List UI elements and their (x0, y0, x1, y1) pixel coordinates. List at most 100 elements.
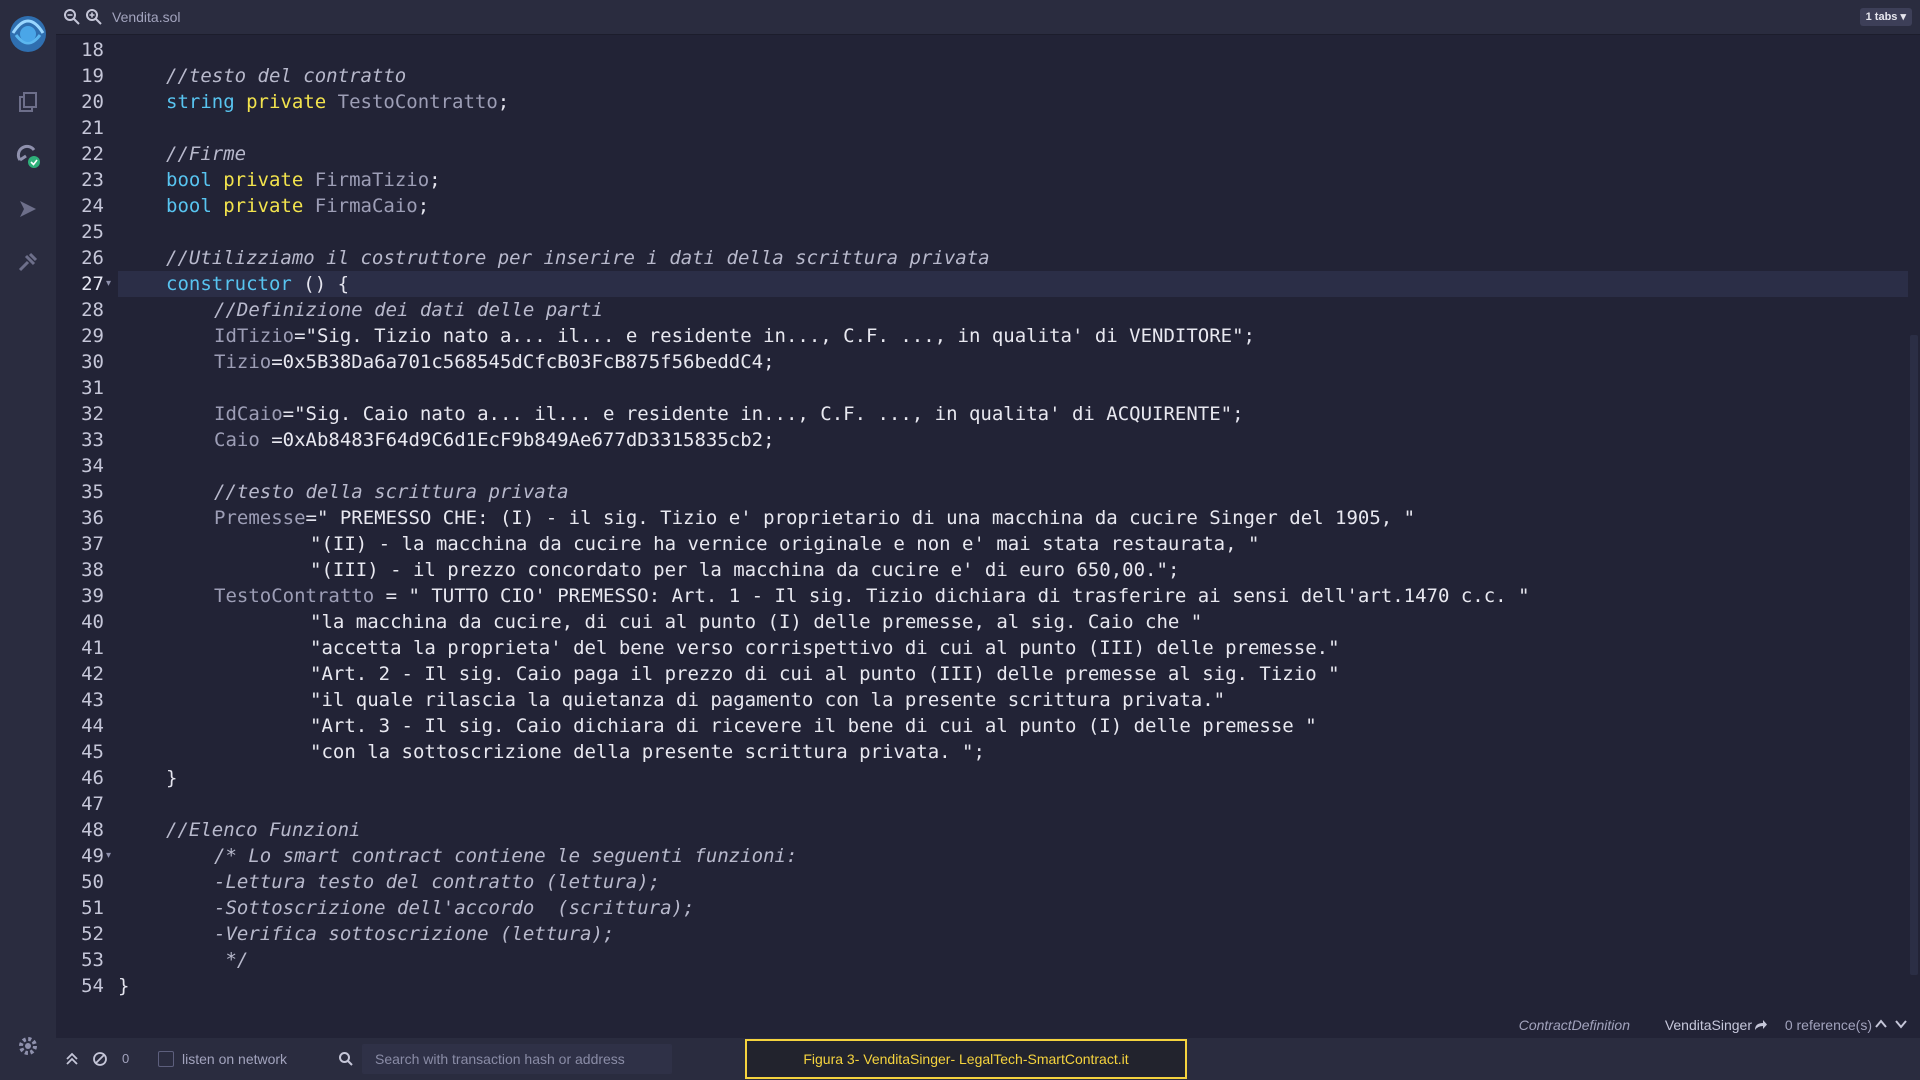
code-token: -Lettura testo del contratto (lettura); (214, 871, 661, 893)
icon-rail (0, 0, 56, 1080)
code-line[interactable]: Premesse=" PREMESSO CHE: (I) - il sig. T… (214, 505, 1415, 531)
code-line[interactable]: Tizio=0x5B38Da6a701c568545dCfcB03FcB875f… (214, 349, 775, 375)
plugin-manager-icon[interactable] (14, 248, 42, 276)
remix-logo-icon[interactable] (5, 11, 51, 57)
transaction-search-input[interactable] (362, 1044, 672, 1074)
goto-definition-icon[interactable] (1752, 1017, 1768, 1033)
code-token: FirmaCaio (314, 195, 418, 217)
code-token: bool (166, 169, 212, 191)
line-number: 43 (81, 689, 104, 711)
editor-tab-bar: Vendita.sol 1 tabs ▾ (56, 0, 1920, 35)
code-line[interactable]: "Art. 3 - Il sig. Caio dichiara di ricev… (310, 713, 1317, 739)
code-line[interactable]: "il quale rilascia la quietanza di pagam… (310, 687, 1225, 713)
settings-gear-icon[interactable] (14, 1032, 42, 1060)
line-number: 32 (81, 403, 104, 425)
code-token: //Definizione dei dati delle parti (214, 299, 603, 321)
deploy-run-icon[interactable] (14, 195, 42, 223)
code-line[interactable]: constructor () { (166, 271, 349, 297)
code-token: "Art. 3 - Il sig. Caio dichiara di ricev… (310, 715, 1317, 737)
code-line[interactable]: Caio =0xAb8483F64d9C6d1EcF9b849Ae677dD33… (214, 427, 775, 453)
code-line[interactable]: "accetta la proprieta' del bene verso co… (310, 635, 1340, 661)
code-line[interactable]: bool private FirmaCaio; (166, 193, 429, 219)
code-token: "accetta la proprieta' del bene verso co… (310, 637, 1340, 659)
line-number: 38 (81, 559, 104, 581)
editor-scrollbar-thumb[interactable] (1910, 335, 1918, 975)
code-line[interactable]: -Lettura testo del contratto (lettura); (214, 869, 660, 895)
listen-on-network-checkbox[interactable] (158, 1051, 174, 1067)
code-token: /* Lo smart contract contiene le seguent… (214, 845, 798, 867)
code-line[interactable]: string private TestoContratto; (166, 89, 509, 115)
fold-toggle-icon[interactable]: ▾ (106, 843, 111, 869)
editor-status-row: ContractDefinition VenditaSinger 0 refer… (56, 1013, 1920, 1038)
code-token: private (246, 91, 327, 113)
code-line[interactable]: TestoContratto = " TUTTO CIO' PREMESSO: … (214, 583, 1530, 609)
code-line[interactable]: -Sottoscrizione dell'accordo (scrittura)… (214, 895, 694, 921)
line-number: 25 (81, 221, 104, 243)
code-token: Tizio (214, 351, 272, 373)
line-number: 46 (81, 767, 104, 789)
code-token: //Elenco Funzioni (166, 819, 361, 841)
code-line[interactable]: "(III) - il prezzo concordato per la mac… (310, 557, 1179, 583)
code-token: = (305, 507, 317, 529)
code-line[interactable]: } (166, 765, 177, 791)
code-token: "Art. 2 - Il sig. Caio paga il prezzo di… (310, 663, 1340, 685)
code-token: "la macchina da cucire, di cui al punto … (310, 611, 1203, 633)
code-token: "(II) - la macchina da cucire ha vernice… (310, 533, 1260, 555)
code-token: "(III) - il prezzo concordato per la mac… (310, 559, 1168, 581)
references-count: 0 reference(s) (1784, 1017, 1872, 1033)
tabs-dropdown[interactable]: 1 tabs ▾ (1859, 8, 1912, 26)
line-number-gutter: 18 19 20 21 22 23 24 25 26 27 ▾ 28 29 30 31 32 33 34 35 36 3… (56, 35, 118, 1013)
tab-vendita-sol[interactable]: Vendita.sol (112, 9, 181, 25)
line-number: 54 (81, 975, 104, 997)
code-line[interactable]: "(II) - la macchina da cucire ha vernice… (310, 531, 1259, 557)
solidity-compiler-icon[interactable] (14, 142, 42, 170)
code-line[interactable]: */ (214, 947, 248, 973)
code-line[interactable]: -Verifica sottoscrizione (lettura); (214, 921, 614, 947)
code-line[interactable]: IdCaio="Sig. Caio nato a... il... e resi… (214, 401, 1244, 427)
code-token: constructor (166, 273, 292, 295)
line-number: 21 (81, 117, 104, 139)
code-line[interactable]: //testo della scrittura privata (214, 479, 569, 505)
context-name: VenditaSinger (1664, 1017, 1752, 1033)
code-line[interactable]: //Elenco Funzioni (166, 817, 360, 843)
code-line[interactable]: //Utilizziamo il costruttore per inserir… (166, 245, 990, 271)
zoom-out-icon[interactable] (62, 7, 82, 27)
line-number: 36 (81, 507, 104, 529)
code-token: } (118, 975, 130, 997)
code-token: //Firme (166, 143, 247, 165)
line-number: 23 (81, 169, 104, 191)
code-line[interactable]: } (118, 973, 129, 999)
code-editor[interactable]: 18 19 20 21 22 23 24 25 26 27 ▾ 28 29 30 31 32 33 34 35 36 3… (56, 35, 1920, 1013)
context-type: ContractDefinition (1518, 1017, 1630, 1033)
code-line[interactable]: IdTizio="Sig. Tizio nato a... il... e re… (214, 323, 1255, 349)
code-line[interactable]: "con la sottoscrizione della presente sc… (310, 739, 985, 765)
code-area[interactable]: //testo del contratto string private Test… (118, 35, 1908, 1013)
code-token: = (282, 403, 295, 425)
code-line[interactable]: "Art. 2 - Il sig. Caio paga il prezzo di… (310, 661, 1340, 687)
double-chevron-up-icon[interactable] (64, 1051, 80, 1067)
chevron-down-icon[interactable] (1894, 1017, 1908, 1031)
line-number: 44 (81, 715, 104, 737)
code-line[interactable]: //Firme (166, 141, 246, 167)
clear-console-icon[interactable] (92, 1051, 108, 1067)
code-line[interactable]: "la macchina da cucire, di cui al punto … (310, 609, 1202, 635)
chevron-up-icon[interactable] (1874, 1017, 1888, 1031)
line-number: 37 (81, 533, 104, 555)
code-line[interactable]: bool private FirmaTizio; (166, 167, 441, 193)
line-number: 39 (81, 585, 104, 607)
file-explorer-icon[interactable] (14, 89, 42, 117)
code-token: bool (166, 195, 212, 217)
code-line[interactable]: //testo del contratto (166, 63, 406, 89)
line-number: 51 (81, 897, 104, 919)
code-token: " PREMESSO CHE: (I) - il sig. Tizio e' p… (316, 507, 1416, 529)
line-number: 35 (81, 481, 104, 503)
code-line[interactable]: /* Lo smart contract contiene le seguent… (214, 843, 797, 869)
zoom-in-icon[interactable] (84, 7, 104, 27)
code-line[interactable]: //Definizione dei dati delle parti (214, 297, 603, 323)
code-token: =0x5B38Da6a701c568545dCfcB03FcB875f56bed… (271, 351, 775, 373)
code-token: TestoContratto (214, 585, 375, 607)
fold-toggle-icon[interactable]: ▾ (106, 271, 111, 297)
